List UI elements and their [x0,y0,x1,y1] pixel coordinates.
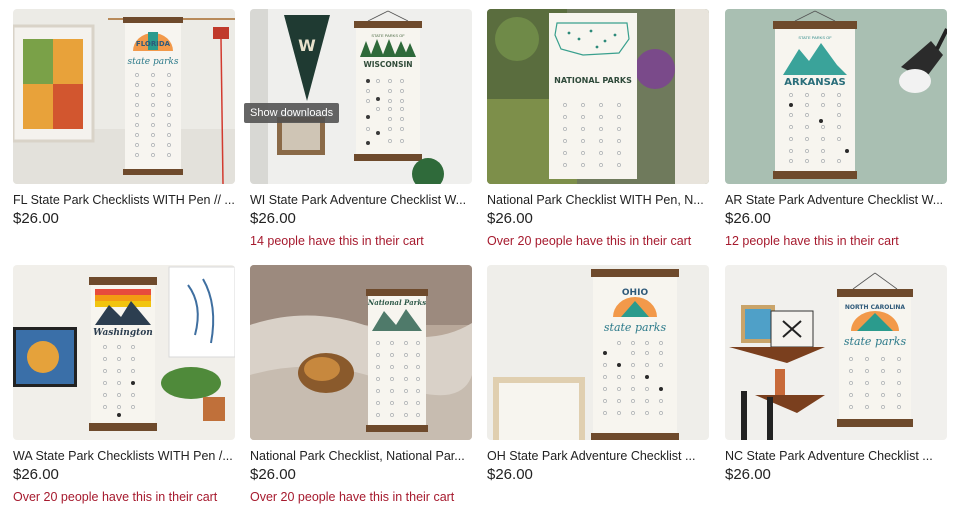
poster-subheading: STATE PARKS OF [798,35,832,40]
product-price: $26.00 [725,466,771,483]
poster-heading: National Parks [367,298,426,307]
poster-subheading: state parks [844,335,907,348]
cart-count-notice: Over 20 people have this in their cart [250,490,455,504]
product-title[interactable]: NC State Park Adventure Checklist ... [725,448,947,464]
product-price: $26.00 [13,210,59,227]
poster-heading: ARKANSAS [784,77,845,88]
show-downloads-tooltip: Show downloads [244,103,340,123]
cart-count-notice: 14 people have this in their cart [250,234,424,248]
poster-heading: WISCONSIN [363,60,412,69]
product-price: $26.00 [250,210,296,227]
product-image[interactable]: NORTH CAROLINA state parks [725,265,947,440]
poster-heading: FLORIDA [136,40,171,48]
product-price: $26.00 [13,466,59,483]
product-image[interactable]: National Parks [250,265,472,440]
poster-subheading: STATE PARKS OF [371,33,405,38]
poster-subheading: state parks [604,321,667,334]
product-title[interactable]: WI State Park Adventure Checklist W... [250,192,472,208]
cart-count-notice: Over 20 people have this in their cart [13,490,218,504]
product-title[interactable]: National Park Checklist WITH Pen, N... [487,192,709,208]
product-price: $26.00 [250,466,296,483]
svg-text:W: W [298,36,316,55]
poster-heading: Washington [93,328,153,338]
product-image[interactable]: NATIONAL PARKS [487,9,709,184]
poster-subheading: state parks [128,57,179,67]
poster-heading: OHIO [622,288,649,298]
product-image[interactable]: FLORIDA state parks [13,9,235,184]
product-image[interactable]: Washington [13,265,235,440]
product-title[interactable]: FL State Park Checklists WITH Pen // ... [13,192,235,208]
product-grid: FLORIDA state parks FL State Park Checkl… [0,0,958,512]
cart-count-notice: 12 people have this in their cart [725,234,899,248]
product-title[interactable]: OH State Park Adventure Checklist ... [487,448,709,464]
product-title[interactable]: AR State Park Adventure Checklist W... [725,192,947,208]
poster-heading: NATIONAL PARKS [554,76,632,85]
product-title[interactable]: National Park Checklist, National Par... [250,448,472,464]
product-image[interactable]: OHIO state parks [487,265,709,440]
poster-heading: NORTH CAROLINA [845,304,906,311]
cart-count-notice: Over 20 people have this in their cart [487,234,692,248]
product-image[interactable]: W STATE PARKS OF WISCONSIN [250,9,472,184]
product-image[interactable]: STATE PARKS OF ARKANSAS [725,9,947,184]
product-price: $26.00 [725,210,771,227]
product-title[interactable]: WA State Park Checklists WITH Pen /... [13,448,235,464]
product-price: $26.00 [487,210,533,227]
product-price: $26.00 [487,466,533,483]
